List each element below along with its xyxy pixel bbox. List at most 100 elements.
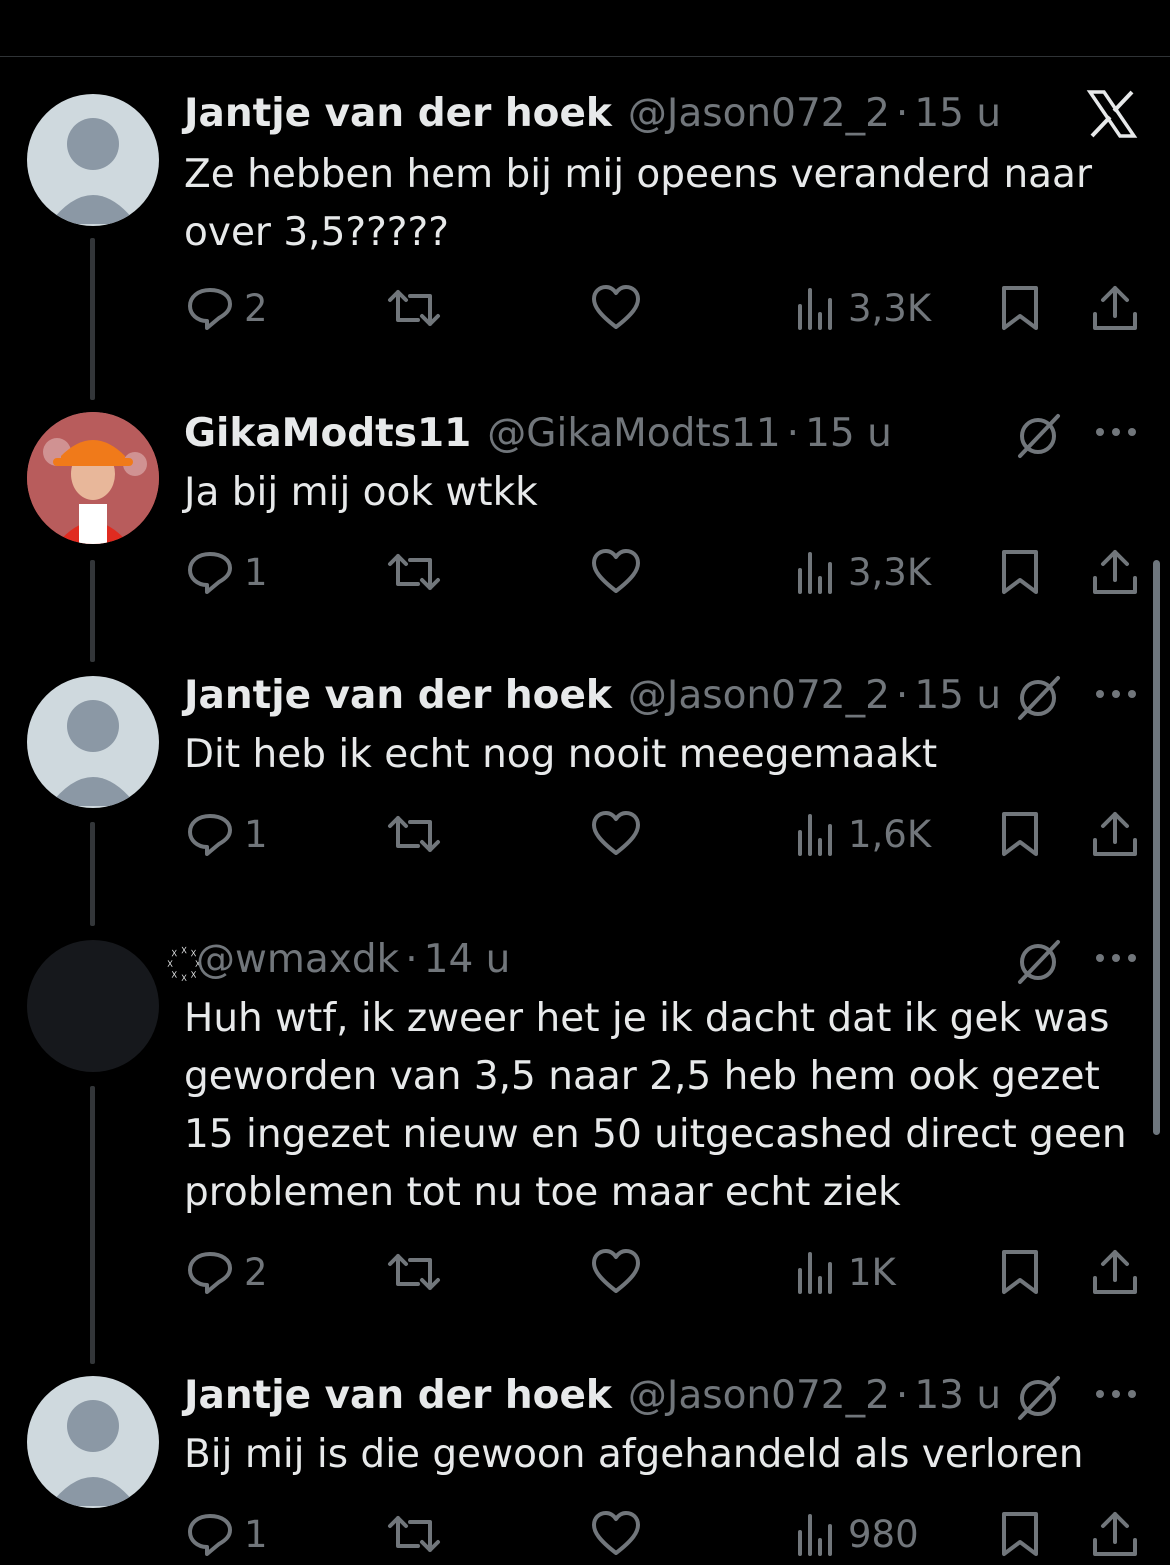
- more-options-button[interactable]: [1094, 684, 1138, 708]
- bookmark-icon: [1002, 286, 1038, 330]
- avatar[interactable]: [27, 676, 159, 808]
- tweet-text: Dit heb ik echt nog nooit meegemaakt: [184, 732, 938, 777]
- reply-count: 1: [244, 1512, 268, 1556]
- views-button[interactable]: 3,3K: [796, 548, 931, 596]
- action-bar: 1 1,6K: [0, 810, 1170, 860]
- close-button[interactable]: [1086, 90, 1138, 142]
- timestamp[interactable]: 14 u: [424, 936, 511, 984]
- more-options-button[interactable]: [1094, 948, 1138, 972]
- like-button[interactable]: [591, 1510, 641, 1558]
- views-button[interactable]: 1,6K: [796, 810, 931, 858]
- share-button[interactable]: [1091, 810, 1139, 858]
- share-button[interactable]: [1091, 284, 1139, 332]
- top-divider: [0, 56, 1170, 57]
- more-icon: [1096, 428, 1136, 436]
- author-handle[interactable]: @Jason072_2: [628, 90, 890, 138]
- author-name[interactable]: GikaModts11: [184, 410, 471, 458]
- author-handle[interactable]: @wmaxdk: [196, 936, 399, 984]
- avatar[interactable]: [27, 940, 159, 1072]
- views-button[interactable]: 3,3K: [796, 284, 931, 332]
- reply-button[interactable]: 2: [186, 1248, 268, 1296]
- views-button[interactable]: 1K: [796, 1248, 896, 1296]
- tweet-text: Bij mij is die gewoon afgehandeld als ve…: [184, 1432, 1084, 1477]
- retweet-button[interactable]: [386, 284, 442, 332]
- author-name[interactable]: Jantje van der hoek: [184, 90, 612, 138]
- share-button[interactable]: [1091, 1248, 1139, 1296]
- author-handle[interactable]: @GikaModts11: [487, 410, 780, 458]
- bookmark-button[interactable]: [998, 810, 1042, 858]
- share-icon: [1093, 1512, 1137, 1556]
- views-icon: [798, 1514, 832, 1556]
- author-name[interactable]: Jantje van der hoek: [184, 672, 612, 720]
- more-options-button[interactable]: [1094, 1384, 1138, 1408]
- views-icon: [798, 552, 832, 594]
- more-icon: [1096, 1390, 1136, 1398]
- reply-count: 2: [244, 286, 268, 330]
- grok-button[interactable]: [1014, 1374, 1062, 1426]
- retweet-button[interactable]: [386, 1248, 442, 1296]
- more-icon: [1096, 690, 1136, 698]
- thread-connector: [90, 1086, 95, 1364]
- share-icon: [1093, 812, 1137, 856]
- heart-icon: [592, 285, 640, 329]
- reply-button[interactable]: 2: [186, 284, 268, 332]
- avatar[interactable]: [27, 94, 159, 226]
- more-options-button[interactable]: [1094, 422, 1138, 446]
- tweet-header: ꙰ @wmaxdk · 14 u: [184, 936, 510, 984]
- share-icon: [1093, 550, 1137, 594]
- timestamp[interactable]: 15 u: [805, 410, 892, 458]
- views-icon: [798, 288, 832, 330]
- x-logo-icon: [1086, 90, 1138, 138]
- bookmark-button[interactable]: [998, 1248, 1042, 1296]
- view-count: 980: [848, 1512, 919, 1556]
- like-button[interactable]: [591, 810, 641, 858]
- timestamp[interactable]: 15 u: [914, 672, 1001, 720]
- like-button[interactable]: [591, 284, 641, 332]
- heart-icon: [592, 1249, 640, 1293]
- reply-count: 2: [244, 1250, 268, 1294]
- like-button[interactable]: [591, 1248, 641, 1296]
- retweet-icon: [388, 1254, 440, 1290]
- view-count: 1K: [848, 1250, 896, 1294]
- views-button[interactable]: 980: [796, 1510, 919, 1558]
- bookmark-button[interactable]: [998, 284, 1042, 332]
- retweet-button[interactable]: [386, 1510, 442, 1558]
- retweet-icon: [388, 1516, 440, 1552]
- grok-button[interactable]: [1014, 412, 1062, 464]
- grok-button[interactable]: [1014, 674, 1062, 726]
- view-count: 1,6K: [848, 812, 932, 856]
- like-button[interactable]: [591, 548, 641, 596]
- bookmark-icon: [1002, 550, 1038, 594]
- reply-button[interactable]: 1: [186, 1510, 268, 1558]
- separator: ·: [405, 937, 418, 982]
- more-icon: [1096, 954, 1136, 962]
- bookmark-button[interactable]: [998, 1510, 1042, 1558]
- heart-icon: [592, 549, 640, 593]
- tweet-text: Ja bij mij ook wtkk: [184, 470, 538, 515]
- author-name[interactable]: Jantje van der hoek: [184, 1372, 612, 1420]
- reply-button[interactable]: 1: [186, 548, 268, 596]
- default-avatar-icon: [49, 118, 137, 224]
- views-icon: [798, 814, 832, 856]
- default-avatar-icon: [49, 1400, 137, 1506]
- author-handle[interactable]: @Jason072_2: [628, 1372, 890, 1420]
- author-handle[interactable]: @Jason072_2: [628, 672, 890, 720]
- reply-button[interactable]: 1: [186, 810, 268, 858]
- avatar[interactable]: [27, 1376, 159, 1508]
- bookmark-button[interactable]: [998, 548, 1042, 596]
- retweet-button[interactable]: [386, 810, 442, 858]
- grok-button[interactable]: [1014, 938, 1062, 990]
- bookmark-icon: [1002, 1512, 1038, 1556]
- action-bar: 1 3,3K: [0, 548, 1170, 598]
- grok-icon: [1018, 414, 1060, 458]
- separator: ·: [895, 1373, 909, 1418]
- timestamp[interactable]: 13 u: [914, 1372, 1001, 1420]
- timestamp[interactable]: 15 u: [914, 90, 1001, 138]
- share-button[interactable]: [1091, 548, 1139, 596]
- heart-icon: [592, 1511, 640, 1555]
- share-button[interactable]: [1091, 1510, 1139, 1558]
- reply-icon: [188, 288, 232, 330]
- avatar[interactable]: [27, 412, 159, 544]
- reply-icon: [188, 552, 232, 594]
- retweet-button[interactable]: [386, 548, 442, 596]
